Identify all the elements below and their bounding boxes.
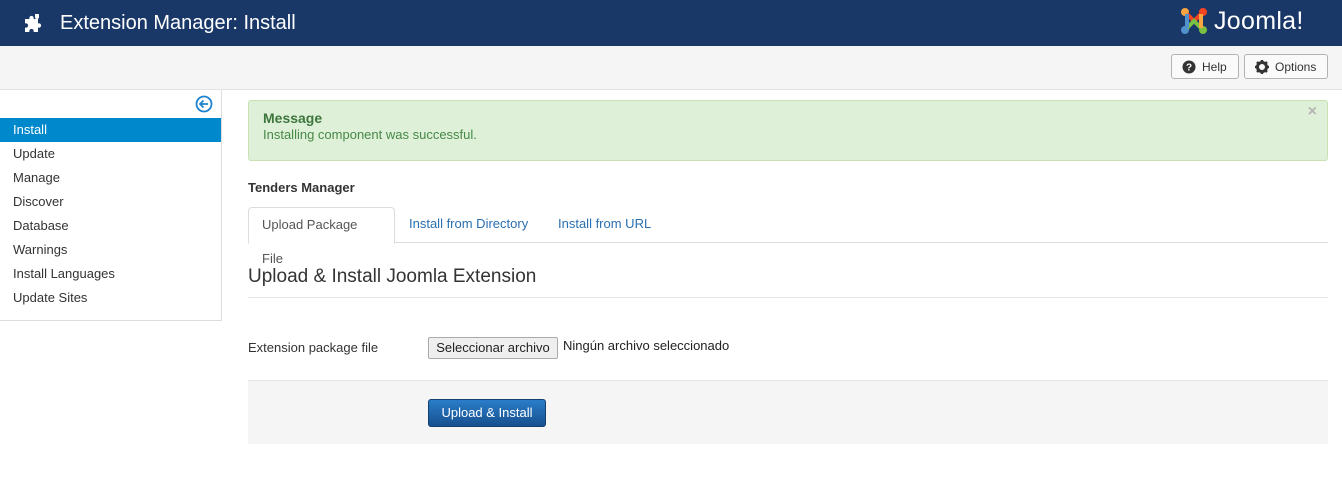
package-file-label: Extension package file (248, 340, 379, 355)
legend-divider (248, 297, 1328, 298)
tab-upload-package-file[interactable]: Upload Package File (248, 207, 395, 266)
form-actions: Upload & Install (248, 380, 1328, 444)
joomla-logo-text: Joomla! (1214, 7, 1304, 35)
question-icon: ? (1182, 60, 1196, 73)
sidebar-nav: Install Update Manage Discover Database … (0, 118, 221, 310)
svg-text:?: ? (1186, 62, 1192, 73)
app-header: Extension Manager: Install Joomla! (0, 0, 1342, 46)
help-button-label: Help (1202, 59, 1227, 74)
sidebar-item-manage[interactable]: Manage (0, 166, 221, 190)
component-title: Tenders Manager (248, 180, 355, 195)
sidebar-item-discover[interactable]: Discover (0, 190, 221, 214)
sidebar-item-warnings[interactable]: Warnings (0, 238, 221, 262)
toolbar: ? Help Options (0, 46, 1342, 90)
sidebar: Install Update Manage Discover Database … (0, 90, 222, 321)
form-legend: Upload & Install Joomla Extension (248, 266, 537, 287)
sidebar-item-update-sites[interactable]: Update Sites (0, 286, 221, 310)
arrow-left-circle-icon[interactable] (195, 95, 213, 113)
sidebar-item-install-languages[interactable]: Install Languages (0, 262, 221, 286)
sidebar-item-database[interactable]: Database (0, 214, 221, 238)
sidebar-item-update[interactable]: Update (0, 142, 221, 166)
joomla-logo-icon (1181, 8, 1207, 34)
options-button-label: Options (1275, 59, 1317, 74)
page-title: Extension Manager: Install (60, 12, 296, 34)
success-alert: Message Installing component was success… (248, 100, 1328, 161)
upload-install-button[interactable]: Upload & Install (428, 399, 546, 427)
choose-file-button[interactable]: Seleccionar archivo (428, 337, 558, 359)
joomla-logo[interactable]: Joomla! (1178, 4, 1326, 38)
alert-message: Installing component was successful. (263, 127, 477, 142)
close-icon[interactable]: × (1308, 103, 1317, 121)
sidebar-item-install[interactable]: Install (0, 118, 221, 142)
file-status-text: Ningún archivo seleccionado (563, 338, 730, 353)
help-button[interactable]: ? Help (1171, 54, 1239, 79)
options-button[interactable]: Options (1244, 54, 1328, 79)
tab-install-from-url[interactable]: Install from URL (545, 207, 664, 243)
gear-icon (1255, 59, 1269, 74)
install-tabs: Upload Package File Install from Directo… (248, 207, 1328, 266)
tab-install-from-directory[interactable]: Install from Directory (396, 207, 541, 243)
puzzle-icon (25, 14, 42, 32)
alert-heading: Message (263, 110, 323, 126)
